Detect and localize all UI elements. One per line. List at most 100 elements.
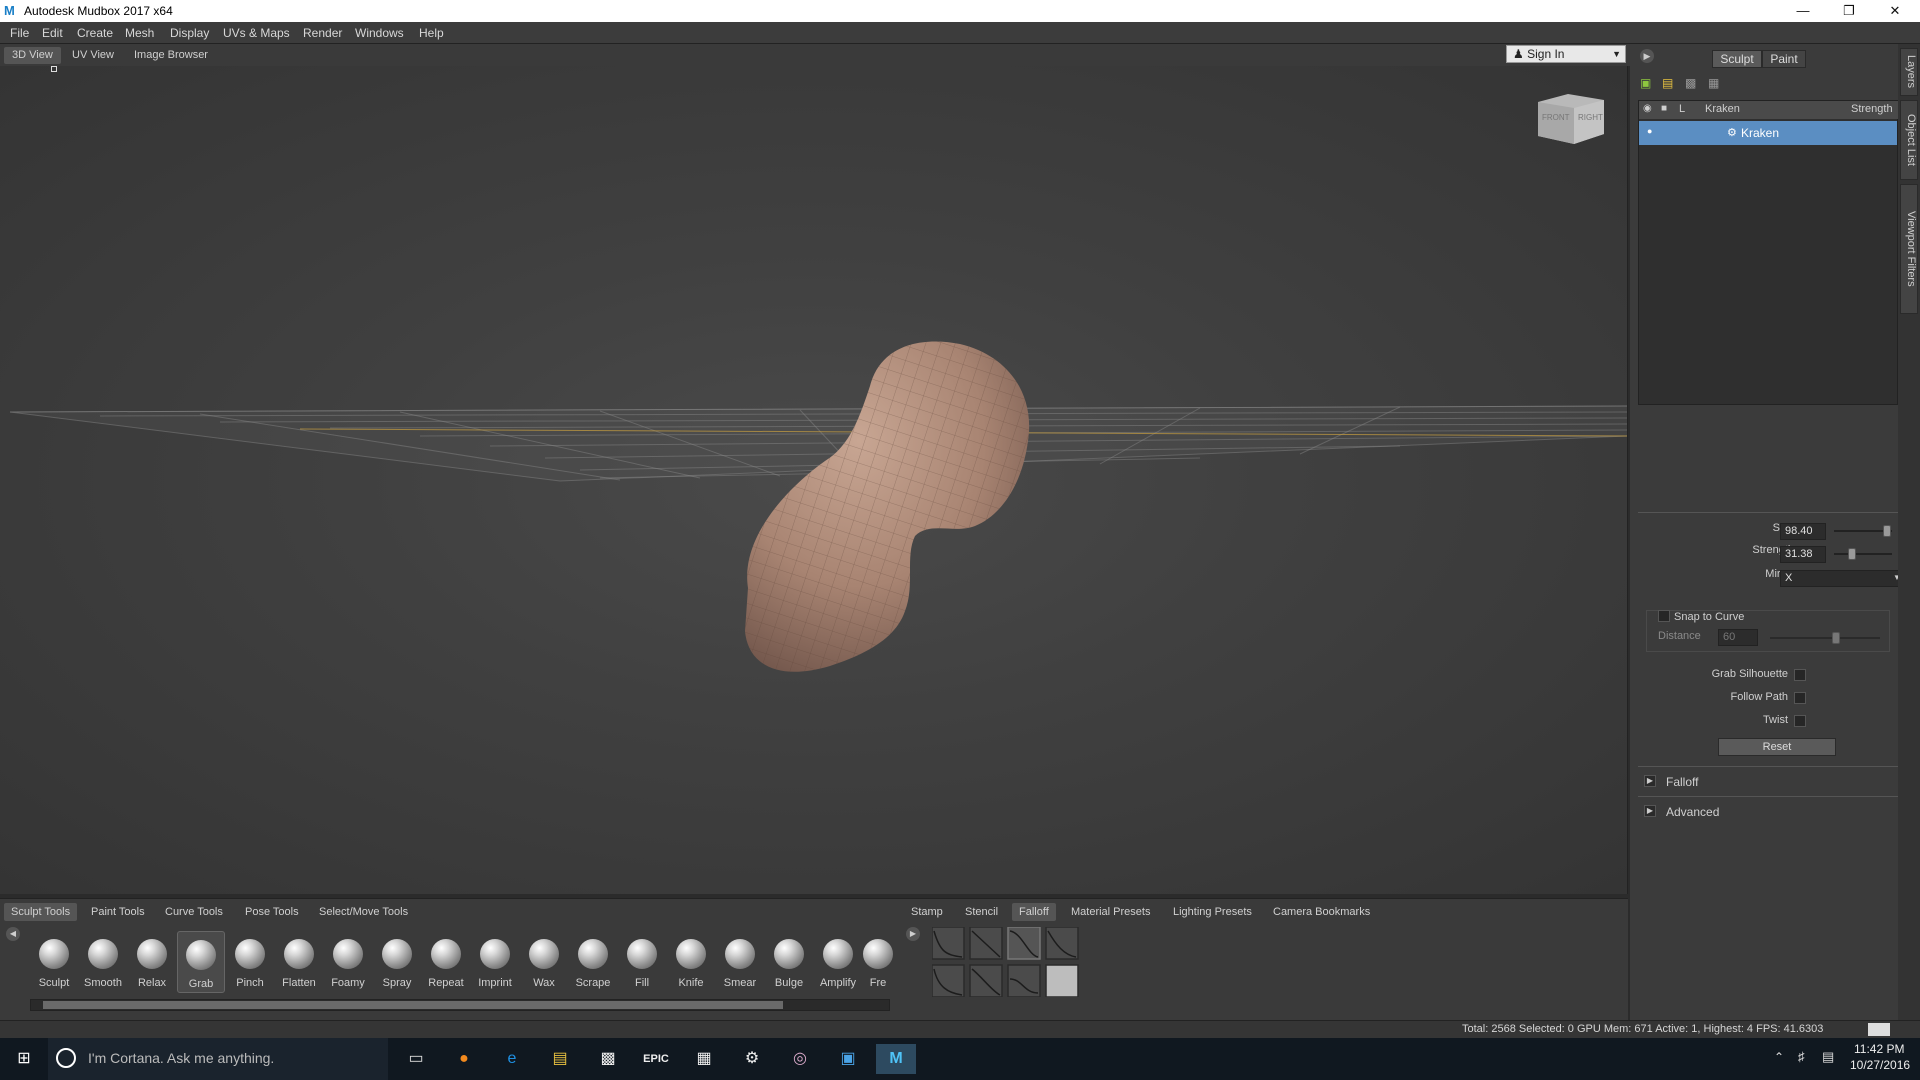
edge-icon[interactable]: e: [492, 1044, 532, 1074]
store-icon[interactable]: ▩: [588, 1044, 628, 1074]
close-button[interactable]: ✕: [1872, 0, 1918, 22]
tab-uv-view[interactable]: UV View: [64, 47, 122, 64]
tool-repeat[interactable]: Repeat: [422, 931, 470, 993]
cube-front-label[interactable]: FRONT: [1542, 113, 1570, 122]
tool-imprint[interactable]: Imprint: [471, 931, 519, 993]
tool-grab[interactable]: Grab: [177, 931, 225, 993]
grab-silhouette-checkbox[interactable]: [1794, 669, 1806, 681]
menu-help[interactable]: Help: [419, 26, 444, 40]
tab-sculpt-tools[interactable]: Sculpt Tools: [4, 903, 78, 921]
menu-file[interactable]: File: [10, 26, 29, 40]
tray-scroll-left-icon[interactable]: ◀: [6, 927, 20, 941]
cube-right-label[interactable]: RIGHT: [1578, 113, 1603, 122]
menu-display[interactable]: Display: [170, 26, 209, 40]
epic-games-icon[interactable]: EPIC: [636, 1044, 676, 1074]
twist-checkbox[interactable]: [1794, 715, 1806, 727]
size-slider-handle[interactable]: [1883, 525, 1892, 537]
side-tab-layers[interactable]: Layers: [1900, 48, 1918, 96]
tab-falloff[interactable]: Falloff: [1012, 903, 1056, 921]
tray-scroll-right-icon[interactable]: ▶: [906, 927, 920, 941]
snap-to-curve-checkbox[interactable]: [1658, 610, 1670, 622]
taskbar-date[interactable]: 10/27/2016: [1850, 1058, 1910, 1072]
tab-image-browser[interactable]: Image Browser: [126, 47, 216, 64]
minimize-button[interactable]: —: [1780, 0, 1826, 22]
file-explorer-icon[interactable]: ▤: [540, 1044, 580, 1074]
tool-pinch[interactable]: Pinch: [226, 931, 274, 993]
tool-knife[interactable]: Knife: [667, 931, 715, 993]
trash-icon[interactable]: ▩: [1685, 76, 1696, 90]
expand-arrow-icon[interactable]: ▶: [1644, 805, 1656, 817]
tab-stamp[interactable]: Stamp: [904, 903, 950, 921]
tab-camera-bookmarks[interactable]: Camera Bookmarks: [1266, 903, 1377, 921]
tool-freeze[interactable]: Fre: [863, 931, 893, 993]
taskbar-time[interactable]: 11:42 PM: [1854, 1042, 1904, 1056]
task-view-icon[interactable]: ▭: [396, 1044, 436, 1074]
remote-desktop-icon[interactable]: ▣: [828, 1044, 868, 1074]
sign-in-dropdown[interactable]: ♟ Sign In ▼: [1506, 45, 1626, 63]
3d-viewport[interactable]: FRONT RIGHT: [0, 66, 1628, 894]
tool-foamy[interactable]: Foamy: [324, 931, 372, 993]
tool-sculpt[interactable]: Sculpt: [30, 931, 78, 993]
distance-slider[interactable]: [1770, 637, 1880, 639]
tab-material-presets[interactable]: Material Presets: [1064, 903, 1157, 921]
tool-bulge[interactable]: Bulge: [765, 931, 813, 993]
tab-3d-view[interactable]: 3D View: [4, 47, 61, 64]
layer-menu-icon[interactable]: ▦: [1708, 76, 1719, 90]
follow-path-checkbox[interactable]: [1794, 692, 1806, 704]
falloff-section[interactable]: Falloff: [1666, 775, 1698, 789]
menu-create[interactable]: Create: [77, 26, 113, 40]
tab-lighting-presets[interactable]: Lighting Presets: [1166, 903, 1259, 921]
tool-flatten[interactable]: Flatten: [275, 931, 323, 993]
mirror-dropdown[interactable]: X: [1780, 570, 1902, 587]
tab-curve-tools[interactable]: Curve Tools: [158, 903, 230, 921]
tab-select-move-tools[interactable]: Select/Move Tools: [312, 903, 415, 921]
visibility-eye-icon[interactable]: ◉: [1643, 103, 1652, 114]
tool-scrollbar[interactable]: [30, 999, 890, 1011]
distance-field[interactable]: 60: [1718, 629, 1758, 646]
new-layer-icon[interactable]: ▣: [1640, 76, 1651, 90]
tool-scrape[interactable]: Scrape: [569, 931, 617, 993]
strength-slider[interactable]: [1834, 553, 1892, 555]
falloff-presets[interactable]: [932, 927, 1092, 997]
mudbox-taskbar-icon[interactable]: M: [876, 1044, 916, 1074]
cortana-search[interactable]: I'm Cortana. Ask me anything.: [48, 1038, 388, 1080]
firefox-icon[interactable]: ●: [444, 1044, 484, 1074]
tab-pose-tools[interactable]: Pose Tools: [238, 903, 306, 921]
menu-render[interactable]: Render: [303, 26, 342, 40]
tool-amplify[interactable]: Amplify: [814, 931, 862, 993]
reset-button[interactable]: Reset: [1718, 738, 1836, 756]
tool-relax[interactable]: Relax: [128, 931, 176, 993]
tab-stencil[interactable]: Stencil: [958, 903, 1005, 921]
menu-edit[interactable]: Edit: [42, 26, 63, 40]
size-field[interactable]: 98.40: [1780, 523, 1826, 540]
paint-app-icon[interactable]: ◎: [780, 1044, 820, 1074]
tab-paint-tools[interactable]: Paint Tools: [84, 903, 152, 921]
layer-row-kraken[interactable]: ● ⚙ Kraken: [1639, 121, 1897, 145]
sculpt-mode-toggle[interactable]: Sculpt: [1712, 50, 1762, 68]
notification-icon[interactable]: ▤: [1822, 1049, 1834, 1065]
side-tab-object-list[interactable]: Object List: [1900, 100, 1918, 180]
distance-slider-handle[interactable]: [1832, 632, 1840, 644]
tool-spray[interactable]: Spray: [373, 931, 421, 993]
volume-icon[interactable]: ♯: [1798, 1049, 1805, 1064]
tool-smooth[interactable]: Smooth: [79, 931, 127, 993]
chevron-up-icon[interactable]: ⌃: [1774, 1050, 1784, 1064]
maximize-button[interactable]: ❐: [1826, 0, 1872, 22]
menu-uvs-maps[interactable]: UVs & Maps: [223, 26, 290, 40]
calculator-icon[interactable]: ▦: [684, 1044, 724, 1074]
windows-start-icon[interactable]: ⊞: [4, 1044, 44, 1074]
expand-arrow-icon[interactable]: ▶: [1644, 775, 1656, 787]
scrollbar-thumb[interactable]: [43, 1001, 783, 1009]
strength-slider-handle[interactable]: [1847, 548, 1856, 560]
strength-field[interactable]: 31.38: [1780, 546, 1826, 563]
advanced-section[interactable]: Advanced: [1666, 805, 1719, 819]
settings-icon[interactable]: ⚙: [732, 1044, 772, 1074]
side-tab-viewport-filters[interactable]: Viewport Filters: [1900, 184, 1918, 314]
tool-wax[interactable]: Wax: [520, 931, 568, 993]
paint-mode-toggle[interactable]: Paint: [1762, 50, 1806, 68]
folder-icon[interactable]: ▤: [1662, 76, 1673, 90]
collapse-arrow-icon[interactable]: ▶: [1640, 49, 1654, 63]
tool-fill[interactable]: Fill: [618, 931, 666, 993]
menu-mesh[interactable]: Mesh: [125, 26, 154, 40]
tool-smear[interactable]: Smear: [716, 931, 764, 993]
